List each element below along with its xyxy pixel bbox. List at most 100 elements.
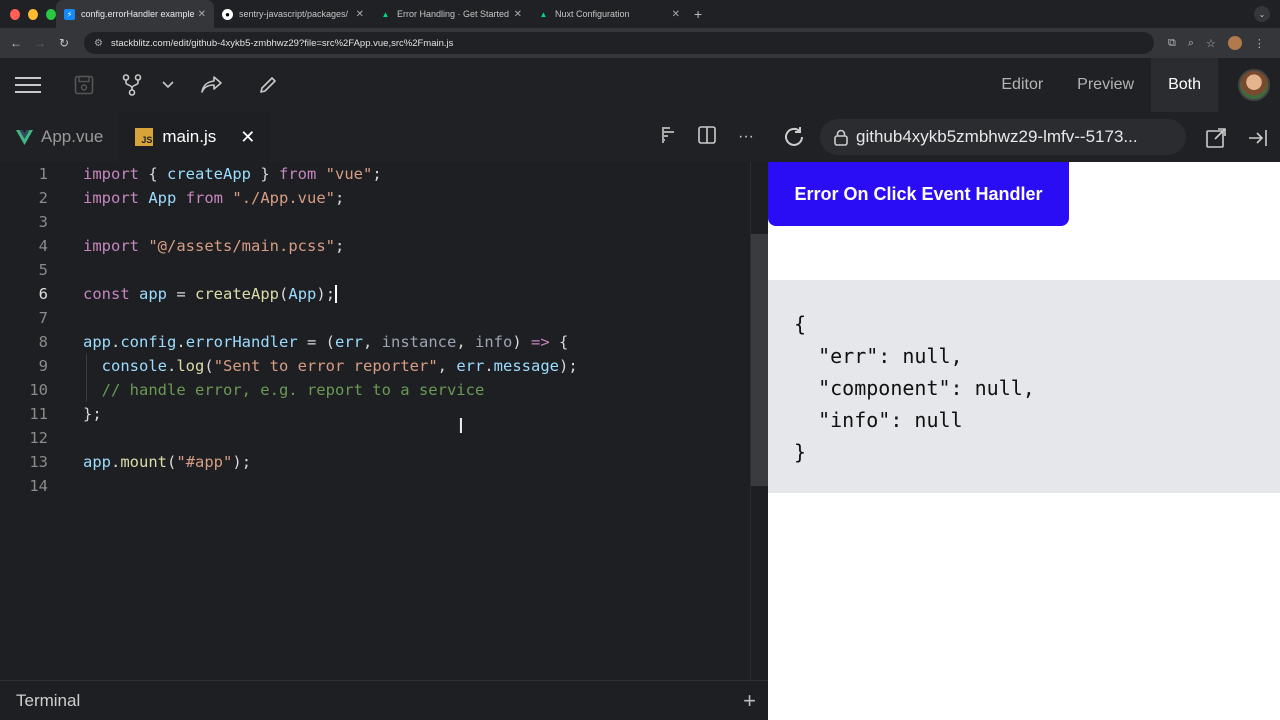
close-tab-icon[interactable]: ✕ bbox=[514, 9, 522, 20]
fork-icon[interactable] bbox=[112, 74, 152, 96]
line-number: 11 bbox=[29, 405, 48, 423]
line-number: 6 bbox=[38, 285, 48, 303]
editor-scrollbar[interactable] bbox=[750, 162, 769, 720]
line-number: 1 bbox=[38, 165, 48, 183]
preview-header: github4xykb5zmbhwz29-lmfv--5173... bbox=[768, 112, 1280, 162]
nuxt-icon: ▲ bbox=[539, 9, 548, 19]
tab-app-vue[interactable]: App.vue bbox=[0, 112, 119, 162]
line-number: 2 bbox=[38, 189, 48, 207]
line-number: 10 bbox=[29, 381, 48, 399]
indent-guide bbox=[86, 354, 87, 402]
text-cursor bbox=[335, 285, 338, 304]
scrollbar-thumb[interactable] bbox=[751, 234, 769, 486]
back-icon[interactable]: ← bbox=[4, 36, 28, 50]
bookmark-star-icon[interactable]: ☆ bbox=[1206, 37, 1216, 50]
javascript-icon: JS bbox=[135, 128, 154, 146]
close-tab-icon[interactable]: ✕ bbox=[672, 9, 680, 20]
collapse-preview-icon[interactable] bbox=[1248, 129, 1268, 152]
browser-tab[interactable]: ▲ Error Handling · Get Started ✕ bbox=[372, 0, 530, 28]
reload-icon[interactable]: ↻ bbox=[52, 36, 76, 50]
save-icon[interactable] bbox=[56, 75, 112, 95]
address-bar-row: ← → ↻ ⚙ stackblitz.com/edit/github-4xykb… bbox=[0, 28, 1280, 58]
terminal-label: Terminal bbox=[16, 690, 81, 710]
nuxt-icon: ▲ bbox=[381, 9, 390, 19]
line-number: 7 bbox=[38, 309, 48, 327]
preview-pane: Error On Click Event Handler { "err": nu… bbox=[768, 162, 1280, 720]
url-text: stackblitz.com/edit/github-4xykb5-zmbhwz… bbox=[110, 37, 454, 49]
tab-main-js[interactable]: JS main.js ✕ bbox=[119, 112, 272, 162]
forward-icon[interactable]: → bbox=[28, 36, 52, 50]
extension-icon[interactable] bbox=[1227, 36, 1242, 50]
code-editor[interactable]: 1 import { createApp } from "vue"; 2 impor… bbox=[0, 162, 750, 680]
error-on-click-button[interactable]: Error On Click Event Handler bbox=[768, 162, 1069, 226]
tab-title: Nuxt Configuration bbox=[555, 9, 630, 19]
code-line: import "@/assets/main.pcss"; bbox=[83, 237, 345, 255]
tab-search-icon[interactable]: ⌄ bbox=[1254, 6, 1270, 22]
line-number: 14 bbox=[29, 477, 48, 495]
line-number: 3 bbox=[38, 213, 48, 231]
code-line: app.config.errorHandler = (err, instance… bbox=[83, 333, 569, 351]
github-icon: ● bbox=[222, 8, 233, 20]
code-line: // handle error, e.g. report to a servic… bbox=[101, 381, 485, 399]
editor-tab-bar: App.vue JS main.js ✕ ··· bbox=[0, 112, 768, 162]
line-number: 12 bbox=[29, 429, 48, 447]
new-tab-button[interactable]: + bbox=[694, 6, 702, 22]
preview-url-text: github4xykb5zmbhwz29-lmfv--5173... bbox=[856, 127, 1138, 146]
line-number: 13 bbox=[29, 453, 48, 471]
browser-tab[interactable]: ● sentry-javascript/packages/ ✕ bbox=[214, 0, 372, 28]
view-switch: Editor Preview Both bbox=[984, 58, 1218, 112]
chevron-down-icon[interactable] bbox=[152, 81, 184, 89]
code-line: console.log("Sent to error reporter", er… bbox=[101, 357, 578, 375]
vue-icon bbox=[16, 129, 33, 145]
browser-menu-icon[interactable]: ⋮ bbox=[1254, 37, 1265, 50]
terminal-panel-header[interactable]: Terminal + bbox=[0, 680, 768, 720]
code-line: app.mount("#app"); bbox=[83, 453, 252, 471]
code-line: const app = createApp(App); bbox=[83, 284, 338, 304]
tab-label: main.js bbox=[162, 127, 217, 146]
close-tab-icon[interactable]: ✕ bbox=[198, 9, 206, 20]
browser-tab[interactable]: ▲ Nuxt Configuration ✕ bbox=[530, 0, 688, 28]
code-line: import App from "./App.vue"; bbox=[83, 189, 345, 207]
preview-url-field[interactable]: github4xykb5zmbhwz29-lmfv--5173... bbox=[820, 119, 1186, 155]
hamburger-menu-icon[interactable] bbox=[0, 76, 56, 94]
stackblitz-icon: ⚡ bbox=[64, 8, 75, 20]
browser-tab-bar: ⚡ config.errorHandler example ✕ ● sentry… bbox=[0, 0, 1280, 28]
line-number: 5 bbox=[38, 261, 48, 279]
view-preview-button[interactable]: Preview bbox=[1060, 58, 1151, 112]
refresh-preview-icon[interactable] bbox=[782, 125, 806, 154]
close-icon[interactable]: ✕ bbox=[240, 127, 255, 148]
stackblitz-toolbar: Editor Preview Both bbox=[0, 58, 1280, 112]
site-info-icon[interactable]: ⚙ bbox=[94, 38, 103, 49]
view-both-button[interactable]: Both bbox=[1151, 58, 1218, 112]
split-editor-icon[interactable] bbox=[698, 125, 716, 149]
mouse-ibeam-cursor: I bbox=[458, 414, 464, 438]
install-icon[interactable]: ⧉ bbox=[1168, 37, 1176, 50]
tab-title: Error Handling · Get Started bbox=[397, 9, 510, 19]
browser-tab[interactable]: ⚡ config.errorHandler example ✕ bbox=[56, 0, 214, 28]
edit-pencil-icon[interactable] bbox=[240, 75, 296, 95]
json-output: { "err": null, "component": null, "info"… bbox=[768, 280, 1280, 493]
maximize-window-button[interactable] bbox=[46, 8, 56, 20]
minimize-window-button[interactable] bbox=[28, 8, 38, 20]
line-number: 4 bbox=[38, 237, 48, 255]
zoom-icon[interactable]: ⌕ bbox=[1188, 37, 1194, 50]
line-number: 9 bbox=[38, 357, 48, 375]
tab-title: sentry-javascript/packages/ bbox=[239, 9, 349, 19]
view-editor-button[interactable]: Editor bbox=[984, 58, 1060, 112]
close-tab-icon[interactable]: ✕ bbox=[356, 9, 364, 20]
open-in-new-window-icon[interactable] bbox=[1206, 128, 1226, 153]
share-icon[interactable] bbox=[184, 76, 240, 94]
avatar[interactable] bbox=[1238, 69, 1270, 101]
prettier-format-icon[interactable] bbox=[660, 126, 676, 149]
tab-label: App.vue bbox=[41, 127, 104, 146]
lock-icon bbox=[834, 129, 848, 146]
add-terminal-icon[interactable]: + bbox=[743, 688, 756, 714]
line-number: 8 bbox=[38, 333, 48, 351]
code-line: }; bbox=[83, 405, 102, 423]
url-field[interactable]: ⚙ stackblitz.com/edit/github-4xykb5-zmbh… bbox=[84, 32, 1154, 54]
close-window-button[interactable] bbox=[10, 8, 20, 20]
tab-title: config.errorHandler example bbox=[81, 9, 194, 19]
window-controls bbox=[0, 8, 56, 20]
more-options-icon[interactable]: ··· bbox=[738, 128, 754, 146]
code-line: import { createApp } from "vue"; bbox=[83, 165, 382, 183]
